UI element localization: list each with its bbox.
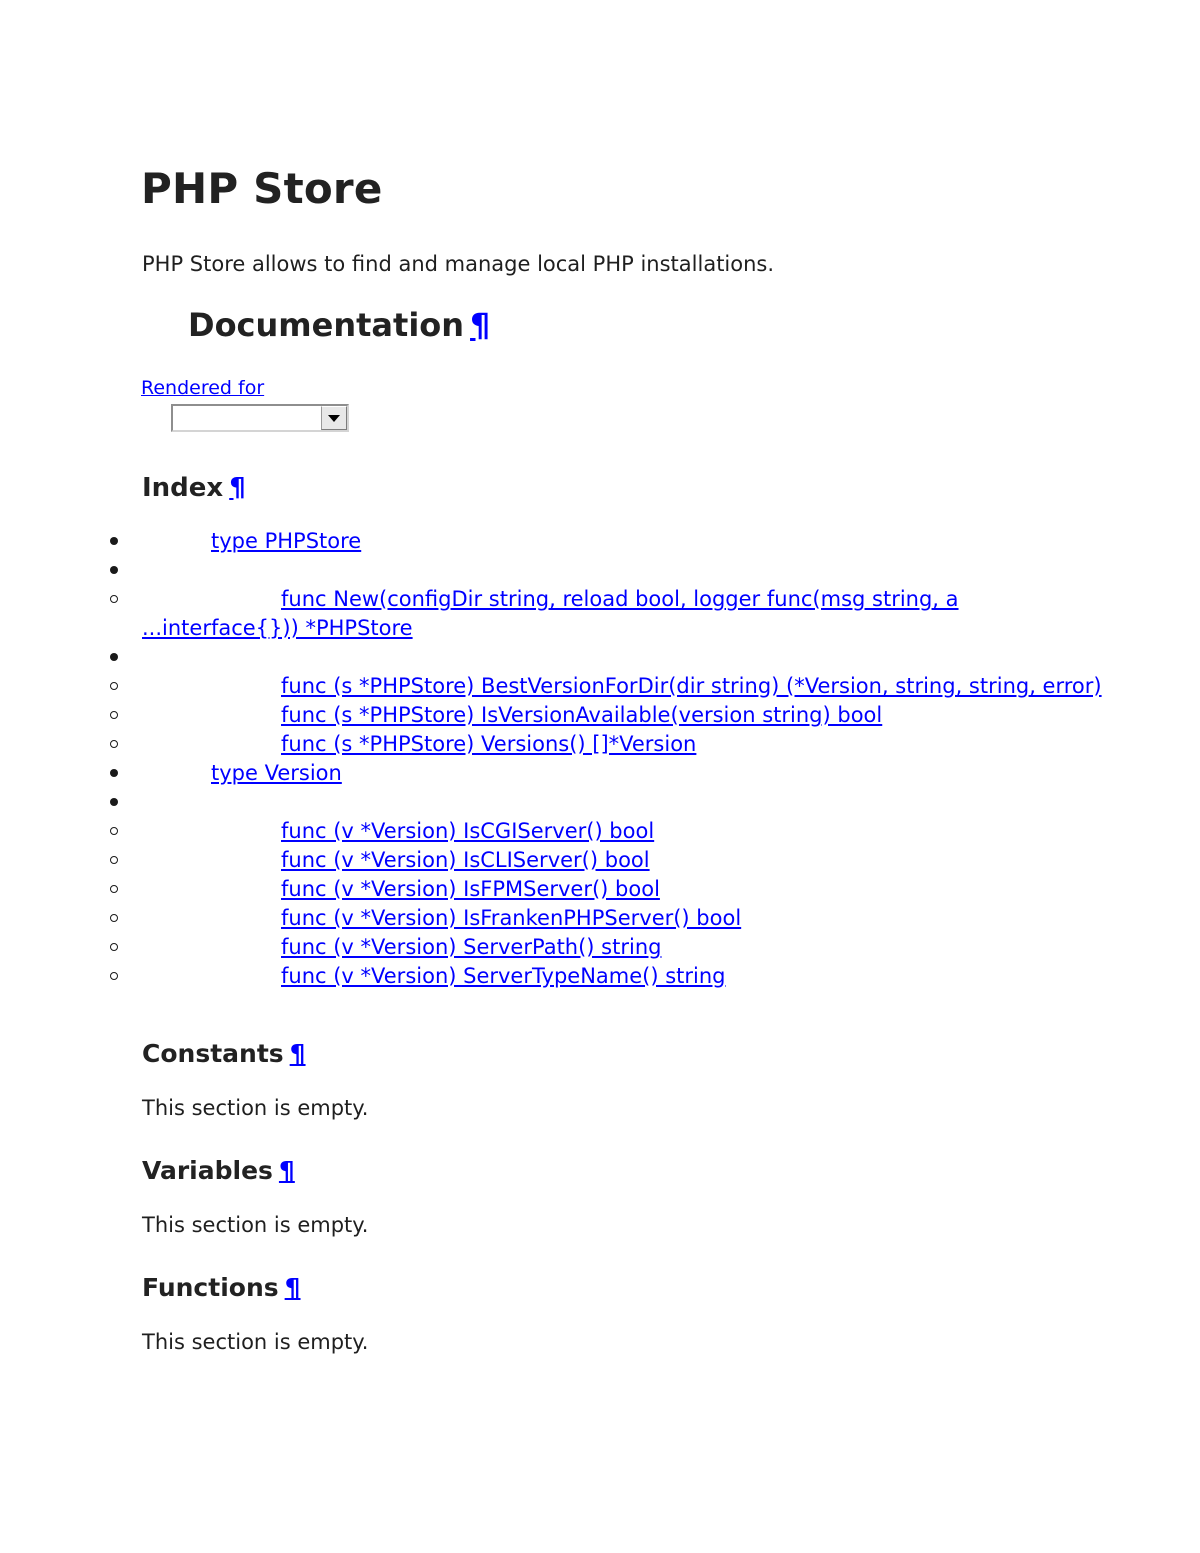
bullet-circle-icon — [110, 875, 126, 904]
bullet-circle-icon — [110, 730, 126, 759]
bullet-circle-icon — [110, 672, 126, 701]
index-func-link[interactable]: func (v *Version) IsCGIServer() bool — [281, 819, 654, 843]
index-func-link[interactable]: func New(configDir string, reload bool, … — [142, 587, 959, 640]
index-list-item: func (v *Version) IsCLIServer() bool — [0, 846, 1200, 875]
index-list-item: type Version — [0, 759, 1200, 788]
index-list-item: func (s *PHPStore) Versions() []*Version — [0, 730, 1200, 759]
intro-paragraph: PHP Store allows to find and manage loca… — [142, 252, 775, 276]
index-type-link[interactable]: type PHPStore — [211, 529, 361, 553]
bullet-disc-icon — [110, 759, 126, 788]
index-list-item: func New(configDir string, reload bool, … — [0, 585, 1200, 643]
section-constants: Constants ¶ This section is empty. — [142, 1037, 1042, 1122]
documentation-heading: Documentation ¶ — [188, 304, 490, 346]
section-heading: Functions ¶ — [142, 1271, 1042, 1304]
index-type-link[interactable]: type Version — [211, 761, 342, 785]
rendered-for-block: Rendered for — [141, 376, 349, 432]
section-heading: Variables ¶ — [142, 1154, 1042, 1187]
section-heading-label: Variables — [142, 1156, 273, 1185]
section-heading-label: Constants — [142, 1039, 284, 1068]
index-func-link[interactable]: func (s *PHPStore) IsVersionAvailable(ve… — [281, 703, 882, 727]
index-list-item: func (v *Version) IsFPMServer() bool — [0, 875, 1200, 904]
section-variables: Variables ¶ This section is empty. — [142, 1154, 1042, 1239]
index-func-link[interactable]: func (v *Version) IsFrankenPHPServer() b… — [281, 906, 741, 930]
index-list: type PHPStore func New(configDir string, … — [0, 527, 1200, 991]
bullet-disc-icon — [110, 527, 126, 556]
index-list-item: func (v *Version) ServerTypeName() strin… — [0, 962, 1200, 991]
bullet-circle-icon — [110, 701, 126, 730]
bullet-circle-icon — [110, 904, 126, 933]
index-heading: Index ¶ — [142, 471, 246, 505]
bullet-disc-icon — [110, 556, 126, 585]
index-func-link[interactable]: func (v *Version) ServerTypeName() strin… — [281, 964, 726, 988]
section-empty-note: This section is empty. — [142, 1330, 369, 1354]
chevron-down-icon[interactable] — [321, 406, 347, 430]
documentation-heading-label: Documentation — [188, 306, 465, 344]
page-title: PHP Store — [141, 164, 383, 213]
section-functions: Functions ¶ This section is empty. — [142, 1271, 1042, 1356]
section-anchor-pilcrow-icon[interactable]: ¶ — [290, 1039, 306, 1068]
index-func-link[interactable]: func (s *PHPStore) Versions() []*Version — [281, 732, 696, 756]
index-list-item: func (v *Version) ServerPath() string — [0, 933, 1200, 962]
section-heading: Constants ¶ — [142, 1037, 1042, 1070]
index-heading-label: Index — [142, 473, 224, 503]
index-list-item-blank — [0, 788, 1200, 817]
index-list-item: func (s *PHPStore) BestVersionForDir(dir… — [0, 672, 1200, 701]
section-anchor-pilcrow-icon[interactable]: ¶ — [279, 1156, 295, 1185]
rendered-for-select-value — [173, 406, 321, 430]
index-anchor-pilcrow-icon[interactable]: ¶ — [229, 473, 246, 503]
rendered-for-select[interactable] — [171, 404, 349, 432]
bullet-circle-icon — [110, 933, 126, 962]
index-list-item: func (v *Version) IsFrankenPHPServer() b… — [0, 904, 1200, 933]
documentation-anchor-pilcrow-icon[interactable]: ¶ — [470, 306, 490, 344]
index-func-link[interactable]: func (s *PHPStore) BestVersionForDir(dir… — [281, 674, 1102, 698]
bullet-circle-icon — [110, 817, 126, 846]
bullet-disc-icon — [110, 643, 126, 672]
index-list-item-blank — [0, 556, 1200, 585]
bullet-circle-icon — [110, 846, 126, 875]
section-heading-label: Functions — [142, 1273, 279, 1302]
index-func-link[interactable]: func (v *Version) ServerPath() string — [281, 935, 661, 959]
bullet-circle-icon — [110, 962, 126, 991]
index-func-link[interactable]: func (v *Version) IsFPMServer() bool — [281, 877, 660, 901]
index-func-link[interactable]: func (v *Version) IsCLIServer() bool — [281, 848, 650, 872]
index-list-item: type PHPStore — [0, 527, 1200, 556]
index-list-item: func (s *PHPStore) IsVersionAvailable(ve… — [0, 701, 1200, 730]
section-anchor-pilcrow-icon[interactable]: ¶ — [285, 1273, 301, 1302]
rendered-for-link[interactable]: Rendered for — [141, 376, 264, 400]
index-list-item: func (v *Version) IsCGIServer() bool — [0, 817, 1200, 846]
section-empty-note: This section is empty. — [142, 1213, 369, 1237]
bullet-disc-icon — [110, 788, 126, 817]
section-empty-note: This section is empty. — [142, 1096, 369, 1120]
index-list-item-blank — [0, 643, 1200, 672]
bullet-circle-icon — [110, 585, 126, 614]
document-page: PHP Store PHP Store allows to find and m… — [0, 0, 1200, 1553]
